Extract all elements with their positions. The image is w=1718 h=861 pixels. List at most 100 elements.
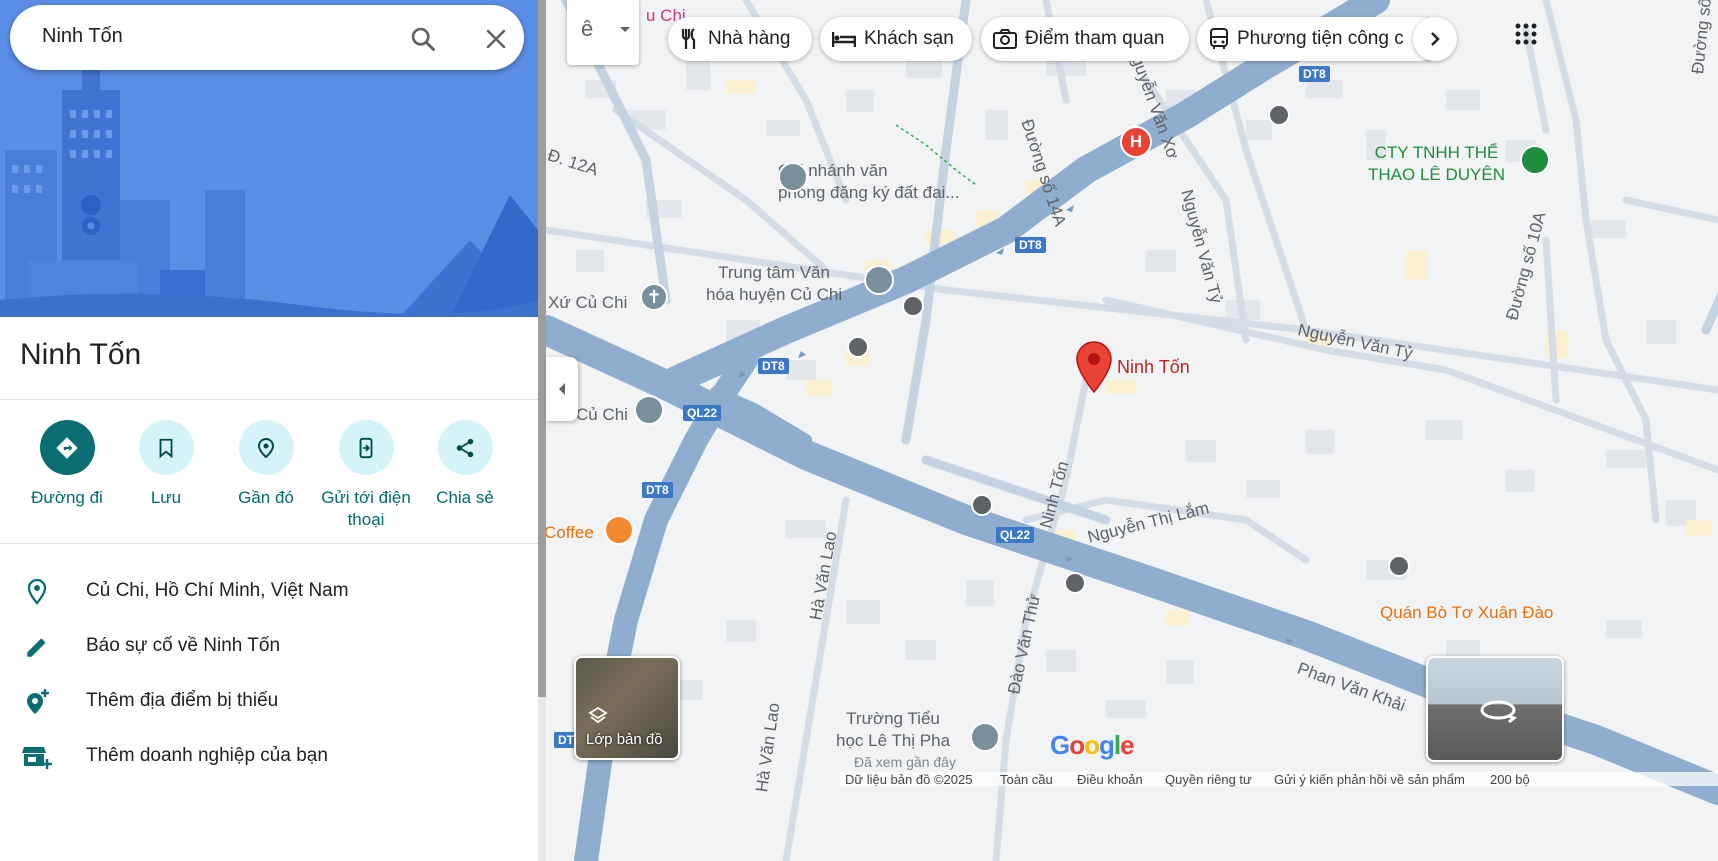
panel-scrollbar[interactable]	[538, 0, 546, 697]
school-icon[interactable]	[970, 722, 1000, 752]
bus-stop-icon[interactable]	[847, 336, 869, 358]
map-data-copyright[interactable]: Dữ liệu bản đồ ©2025	[845, 772, 972, 787]
poi-xu-cu-chi-label[interactable]: Xứ Củ Chi	[548, 292, 627, 314]
poi-marker-icon[interactable]	[864, 265, 894, 295]
directions-button[interactable]: Đường đi	[12, 420, 122, 509]
chip-transit-label: Phương tiện công c	[1237, 28, 1404, 49]
footer-global-link[interactable]: Toàn cầu	[1000, 772, 1053, 787]
pencil-icon	[22, 632, 52, 662]
close-search-button[interactable]	[478, 21, 514, 57]
poi-quan-bo-label[interactable]: Quán Bò Tơ Xuân Đào	[1380, 602, 1553, 624]
poi-truong-label[interactable]: Trường Tiểu học Lê Thị Pha	[836, 708, 950, 752]
footer-feedback-link[interactable]: Gửi ý kiến phản hồi về sản phẩm	[1274, 772, 1465, 787]
chip-hotels[interactable]: Khách sạn	[820, 17, 972, 61]
collapse-panel-button[interactable]	[546, 357, 578, 421]
map-footer: Dữ liệu bản đồ ©2025 Toàn cầu Điều khoản…	[840, 772, 1718, 787]
bus-icon	[1210, 28, 1228, 49]
chevron-left-icon	[559, 383, 565, 395]
add-business-row[interactable]: Thêm doanh nghiệp của bạn	[0, 732, 538, 782]
footer-privacy-link[interactable]: Quyền riêng tư	[1165, 772, 1252, 787]
bookmark-icon	[138, 420, 194, 475]
send-to-phone-icon	[338, 420, 394, 475]
action-buttons: Đường đi Lưu Gần đó Gửi tới điện thoại C…	[0, 420, 538, 540]
selected-place-pin-icon[interactable]	[1074, 340, 1114, 394]
address-row[interactable]: Củ Chi, Hồ Chí Minh, Việt Nam	[0, 567, 538, 617]
poi-truong-sub-label: Đã xem gần đây	[854, 754, 956, 770]
coffee-icon[interactable]	[604, 515, 634, 545]
hospital-icon[interactable]: H	[1120, 126, 1152, 158]
footer-terms-link[interactable]: Điều khoản	[1077, 772, 1143, 787]
route-shield: DT8	[1015, 237, 1046, 253]
rotate-360-icon	[1480, 700, 1518, 724]
poi-coffee-label[interactable]: Coffee	[546, 522, 594, 544]
map-layers-label: Lớp bản đồ	[586, 731, 663, 748]
chip-restaurants-label: Nhà hàng	[708, 28, 791, 49]
map-layers-button[interactable]: Lớp bản đồ	[574, 656, 680, 760]
camera-icon	[993, 29, 1017, 49]
address-text: Củ Chi, Hồ Chí Minh, Việt Nam	[86, 580, 349, 601]
route-shield: QL22	[683, 405, 722, 421]
share-button[interactable]: Chia sẻ	[410, 420, 520, 509]
selected-place-label[interactable]: Ninh Tốn	[1117, 356, 1190, 378]
church-icon[interactable]: ✝	[640, 283, 668, 311]
street-view-preview-button[interactable]	[1426, 656, 1564, 762]
chip-transit[interactable]: Phương tiện công c	[1197, 17, 1443, 61]
save-label: Lưu	[150, 488, 182, 507]
chip-restaurants[interactable]: Nhà hàng	[668, 17, 812, 61]
chip-attractions-label: Điểm tham quan	[1025, 28, 1165, 49]
add-missing-place-row[interactable]: Thêm địa điểm bị thiếu	[0, 677, 538, 727]
bus-stop-icon[interactable]	[1064, 572, 1086, 594]
input-tools-button[interactable]: ê	[567, 0, 639, 65]
google-logo: Google	[1050, 730, 1135, 760]
place-title: Ninh Tốn	[20, 338, 142, 371]
report-issue-row[interactable]: Báo sự cố về Ninh Tốn	[0, 622, 538, 672]
input-tools-glyph: ê	[581, 16, 594, 41]
chip-attractions[interactable]: Điểm tham quan	[981, 17, 1189, 61]
close-icon	[486, 29, 506, 49]
search-icon	[411, 27, 435, 51]
bed-icon	[832, 32, 856, 47]
route-shield: QL22	[996, 527, 1035, 543]
google-apps-button[interactable]	[1508, 16, 1544, 52]
sports-store-icon[interactable]	[1520, 145, 1550, 175]
panel-scroll-track	[538, 697, 546, 861]
search-button[interactable]	[405, 21, 441, 57]
nearby-label: Gần đó	[238, 488, 294, 507]
share-icon	[437, 420, 493, 475]
caret-down-icon	[620, 27, 630, 32]
add-location-icon	[22, 687, 52, 717]
share-label: Chia sẻ	[436, 488, 494, 507]
chips-next-button[interactable]	[1413, 17, 1457, 61]
route-shield: DT8	[1299, 66, 1330, 82]
poi-cty-label[interactable]: CTY TNHH THỂ THAO LÊ DUYÊN	[1368, 142, 1505, 186]
directions-label: Đường đi	[31, 488, 103, 507]
side-panel: Ninh Tốn Đường đi Lưu Gần đó Gửi tới điệ…	[0, 0, 538, 861]
map-scale-label[interactable]: 200 bộ	[1490, 772, 1530, 787]
directions-icon	[39, 420, 95, 475]
chevron-right-icon	[1431, 32, 1440, 46]
search-input[interactable]	[42, 25, 382, 48]
poi-trung-tam-label[interactable]: Trung tâm Văn hóa huyện Củ Chi	[706, 262, 842, 306]
search-box	[10, 5, 524, 70]
divider	[0, 399, 538, 400]
send-to-phone-button[interactable]: Gửi tới điện thoại	[311, 420, 421, 531]
bus-stop-icon[interactable]	[1268, 104, 1290, 126]
chip-hotels-label: Khách sạn	[864, 28, 954, 49]
route-shield: DT8	[642, 482, 673, 498]
poi-marker-icon[interactable]	[778, 162, 808, 192]
report-issue-text: Báo sự cố về Ninh Tốn	[86, 635, 281, 656]
fork-knife-icon	[681, 28, 696, 49]
layers-icon	[588, 706, 608, 724]
bus-stop-icon[interactable]	[1388, 555, 1410, 577]
send-to-phone-label: Gửi tới điện thoại	[321, 488, 411, 529]
add-business-icon	[22, 742, 52, 772]
nearby-button[interactable]: Gần đó	[211, 420, 321, 509]
bridge-icon[interactable]	[634, 395, 664, 425]
bus-stop-icon[interactable]	[902, 295, 924, 317]
apps-grid-icon	[1515, 23, 1537, 45]
save-button[interactable]: Lưu	[111, 420, 221, 509]
location-pin-icon	[22, 577, 52, 607]
poi-cu-chi-label[interactable]: Củ Chi	[576, 404, 628, 426]
bus-stop-icon[interactable]	[971, 494, 993, 516]
add-missing-place-text: Thêm địa điểm bị thiếu	[86, 690, 279, 711]
